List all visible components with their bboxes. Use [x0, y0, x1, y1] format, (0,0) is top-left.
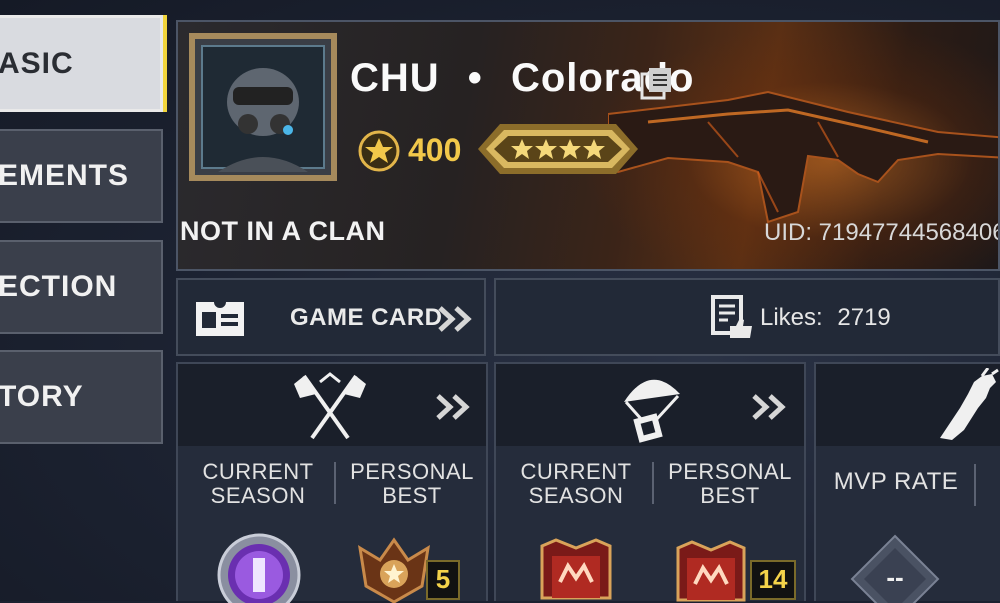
tab-history[interactable]: TORY — [0, 350, 163, 444]
tab-collection-label: ECTION — [0, 270, 118, 303]
panel-header — [496, 364, 804, 446]
label-line: BEST — [700, 483, 760, 508]
current-season-rank-icon — [540, 538, 612, 600]
personal-best-label: PERSONAL BEST — [666, 460, 794, 508]
active-tab-indicator — [163, 15, 167, 112]
likes-label: Likes: — [760, 304, 823, 331]
tab-achievements-label: EMENTS — [0, 159, 130, 192]
level-star-icon — [358, 130, 400, 172]
likes-icon — [711, 295, 752, 338]
likes-text: Likes: 2719 — [760, 304, 891, 332]
panel-header — [178, 364, 486, 446]
double-chevron-right-icon — [436, 394, 470, 420]
current-season-label: CURRENT SEASON — [198, 460, 318, 508]
tab-achievements[interactable]: EMENTS — [0, 129, 163, 223]
clan-status: NOT IN A CLAN — [180, 216, 386, 246]
tab-history-label: TORY — [0, 380, 84, 413]
personal-best-rank-icon — [358, 537, 430, 603]
player-name: CHU — [350, 56, 440, 100]
personal-best-value: 5 — [426, 560, 460, 600]
stat-panel-multiplayer[interactable]: CURRENT SEASON PERSONAL BEST 5 — [176, 362, 488, 603]
label-line: BEST — [382, 483, 442, 508]
stat-panel-battle-royale[interactable]: CURRENT SEASON PERSONAL BEST 14 — [494, 362, 806, 602]
tab-basic-label: ASIC — [0, 46, 74, 80]
id-card-icon — [196, 302, 244, 336]
divider — [652, 462, 654, 504]
game-card-button[interactable]: GAME CARD — [176, 278, 486, 356]
label-line: CURRENT — [520, 459, 632, 484]
copy-icon[interactable] — [640, 66, 674, 100]
multiplayer-flags-icon — [294, 372, 366, 440]
likes-count: 2719 — [837, 304, 891, 331]
stat-panel-mvp[interactable]: MVP RATE -- — [814, 362, 1000, 603]
label-line: CURRENT — [202, 459, 314, 484]
label-line: PERSONAL — [668, 459, 792, 484]
double-chevron-right-icon — [752, 394, 786, 420]
label-line: PERSONAL — [350, 459, 474, 484]
mvp-rate-label: MVP RATE — [833, 468, 959, 495]
tab-basic[interactable]: ASIC — [0, 15, 163, 112]
label-line: SEASON — [528, 483, 624, 508]
game-card-label: GAME CARD — [290, 304, 443, 331]
tab-collection[interactable]: ECTION — [0, 240, 163, 334]
player-level: 400 — [408, 132, 462, 168]
divider — [334, 462, 336, 504]
name-separator: • — [467, 56, 483, 100]
double-chevron-right-icon — [438, 306, 472, 332]
personal-best-value: 14 — [750, 560, 796, 600]
current-season-label: CURRENT SEASON — [516, 460, 636, 508]
personal-best-rank-icon — [676, 540, 746, 602]
airdrop-parachute-icon — [624, 379, 680, 443]
current-season-rank-icon — [217, 533, 301, 603]
likes-box[interactable]: Likes: 2719 — [494, 278, 1000, 356]
divider — [974, 464, 976, 506]
rank-stars-icon — [478, 124, 638, 174]
panel-header — [816, 364, 1000, 446]
player-uid: UID: 719477445684068 — [764, 219, 1000, 246]
mvp-rate-value: -- — [886, 562, 904, 592]
zombie-hand-icon — [940, 368, 999, 440]
avatar[interactable] — [188, 32, 338, 182]
profile-banner: CHU • Colorado 400 NOT IN A CLAN UID: 71… — [176, 20, 1000, 271]
personal-best-label: PERSONAL BEST — [348, 460, 476, 508]
label-line: SEASON — [210, 483, 306, 508]
